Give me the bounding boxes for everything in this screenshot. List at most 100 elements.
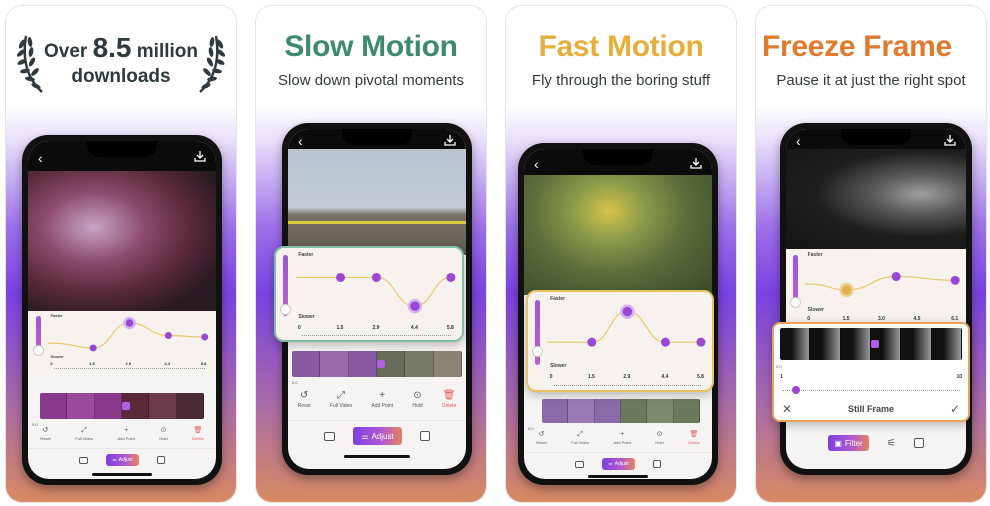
speed-point[interactable] xyxy=(950,275,960,285)
full-video-button[interactable]: ⤢ Full Video xyxy=(75,427,93,448)
card-title: Slow Motion xyxy=(284,30,458,63)
time-tick-label: 0 xyxy=(50,361,53,367)
still-frame-panel: 0.0 1 10 ✕ Still Frame ✓ xyxy=(772,322,970,422)
filter-tab[interactable]: ▣ Filter xyxy=(828,435,869,451)
delete-button[interactable]: 🗑 Delete xyxy=(688,431,700,452)
reset-icon: ↺ xyxy=(538,431,545,438)
timeline-ruler xyxy=(553,384,701,387)
slider-thumb[interactable] xyxy=(792,386,801,394)
expand-icon: ⤢ xyxy=(81,427,87,434)
download-icon[interactable] xyxy=(690,157,702,169)
add-point-button[interactable]: + Add Point xyxy=(614,431,631,452)
back-button[interactable]: ‹ xyxy=(534,157,539,171)
film-frame xyxy=(405,351,434,377)
adjust-tab[interactable]: ⚌ Adjust xyxy=(353,427,402,445)
hold-button[interactable]: ⊙ Hold xyxy=(412,391,422,420)
speed-curve-chart xyxy=(295,272,456,314)
film-frame xyxy=(292,351,321,377)
full-video-button[interactable]: ⤢ Full Video xyxy=(330,391,352,420)
edit-tab-icon[interactable] xyxy=(156,456,165,464)
plus-icon: + xyxy=(379,390,386,401)
adjust-icon: ⚌ xyxy=(112,457,117,463)
delete-button[interactable]: 🗑 Delete xyxy=(442,391,456,420)
hold-button[interactable]: ⊙ Hold xyxy=(159,427,167,448)
timeline-ruler xyxy=(302,334,451,337)
card-title: Fast Motion xyxy=(538,30,704,63)
notch xyxy=(87,141,157,157)
speed-curve-chart xyxy=(47,316,209,352)
edit-tab-icon[interactable] xyxy=(913,438,924,448)
speed-point[interactable] xyxy=(891,272,901,282)
speed-point-selected[interactable] xyxy=(839,282,854,298)
hold-label: Hold xyxy=(412,403,423,409)
phone-screen: ‹ Faster Slower 0 1.5 2.9 4.4 5.8 0.0 ↺ Reset ⤢… xyxy=(28,141,216,479)
adjust-tab[interactable]: ⚌ Adjust xyxy=(106,454,139,466)
reset-label: Reset xyxy=(40,436,51,441)
speed-point[interactable] xyxy=(164,331,172,339)
delete-button[interactable]: 🗑 Delete xyxy=(192,427,204,448)
filmstrip[interactable] xyxy=(780,328,962,360)
speed-point[interactable] xyxy=(660,337,670,347)
speed-point[interactable] xyxy=(696,337,706,347)
filter-tab-icon[interactable] xyxy=(324,431,336,441)
card-title: Freeze Frame xyxy=(762,30,952,63)
notch xyxy=(583,149,653,165)
edit-toolbar: ↺ Reset ⤢ Full Video + Add Point ⊙ Hold 🗑 Del… xyxy=(28,427,216,449)
speed-point[interactable] xyxy=(587,337,597,347)
speed-point[interactable] xyxy=(201,333,209,341)
home-indicator xyxy=(344,455,410,458)
filmstrip[interactable] xyxy=(40,393,204,419)
back-button[interactable]: ‹ xyxy=(38,151,43,165)
trash-icon: 🗑 xyxy=(193,427,203,434)
hold-button[interactable]: ⊙ Hold xyxy=(655,431,663,452)
hold-icon: ⊙ xyxy=(413,390,422,401)
reset-button[interactable]: ↺ Reset xyxy=(298,391,311,420)
speed-point[interactable] xyxy=(89,344,97,352)
card-subtitle: Pause it at just the right spot xyxy=(776,72,966,89)
adjust-tab-label: Adjust xyxy=(371,431,394,441)
bottom-nav: ⚌ Adjust xyxy=(288,425,466,447)
download-icon[interactable] xyxy=(444,134,456,146)
back-button[interactable]: ‹ xyxy=(796,134,801,148)
speed-point-selected[interactable] xyxy=(407,298,423,314)
edit-tab-icon[interactable] xyxy=(652,460,661,468)
download-icon[interactable] xyxy=(194,150,206,162)
edit-tab-icon[interactable] xyxy=(419,431,430,441)
speed-point-selected[interactable] xyxy=(123,316,136,330)
confirm-button[interactable]: ✓ xyxy=(950,402,960,416)
speed-point[interactable] xyxy=(446,272,456,282)
reset-button[interactable]: ↺ Reset xyxy=(40,427,50,448)
playhead-handle[interactable] xyxy=(377,360,385,368)
back-button[interactable]: ‹ xyxy=(298,134,303,148)
filmstrip[interactable] xyxy=(292,351,462,377)
filter-tab-icon[interactable] xyxy=(575,460,585,468)
high-jump-bar xyxy=(288,221,466,224)
film-frame xyxy=(40,393,68,419)
adjust-tab-label: Adjust xyxy=(614,461,629,467)
full-video-button[interactable]: ⤢ Full Video xyxy=(571,431,589,452)
adjust-icon: ⚌ xyxy=(361,431,369,441)
add-point-button[interactable]: + Add Point xyxy=(371,391,393,420)
speed-point[interactable] xyxy=(371,272,381,282)
playhead-handle[interactable] xyxy=(871,340,879,348)
add-point-label: Add Point xyxy=(371,403,394,409)
add-point-button[interactable]: + Add Point xyxy=(118,427,135,448)
full-video-label: Full Video xyxy=(75,436,93,441)
download-icon[interactable] xyxy=(944,134,956,146)
playhead-handle[interactable] xyxy=(122,402,130,410)
filter-tab-label: Filter xyxy=(844,438,863,448)
expand-icon: ⤢ xyxy=(577,431,583,438)
speed-graph-panel: Faster Slower 0 1.5 2.9 4.4 5.8 xyxy=(526,290,714,392)
still-frame-duration-slider[interactable] xyxy=(782,386,960,394)
downloads-prefix: Over xyxy=(43,41,88,62)
filter-tab-icon[interactable] xyxy=(79,456,89,464)
still-frame-title: Still Frame xyxy=(847,404,894,414)
reset-button[interactable]: ↺ Reset xyxy=(536,431,546,452)
time-tick-label: 0 xyxy=(549,374,553,381)
notch xyxy=(841,129,911,145)
speed-point-selected[interactable] xyxy=(620,304,635,319)
adjust-tab-icon[interactable]: ⚟ xyxy=(887,438,896,449)
adjust-tab[interactable]: ⚌ Adjust xyxy=(602,458,635,470)
filmstrip[interactable] xyxy=(542,399,700,423)
speed-point[interactable] xyxy=(336,272,346,282)
